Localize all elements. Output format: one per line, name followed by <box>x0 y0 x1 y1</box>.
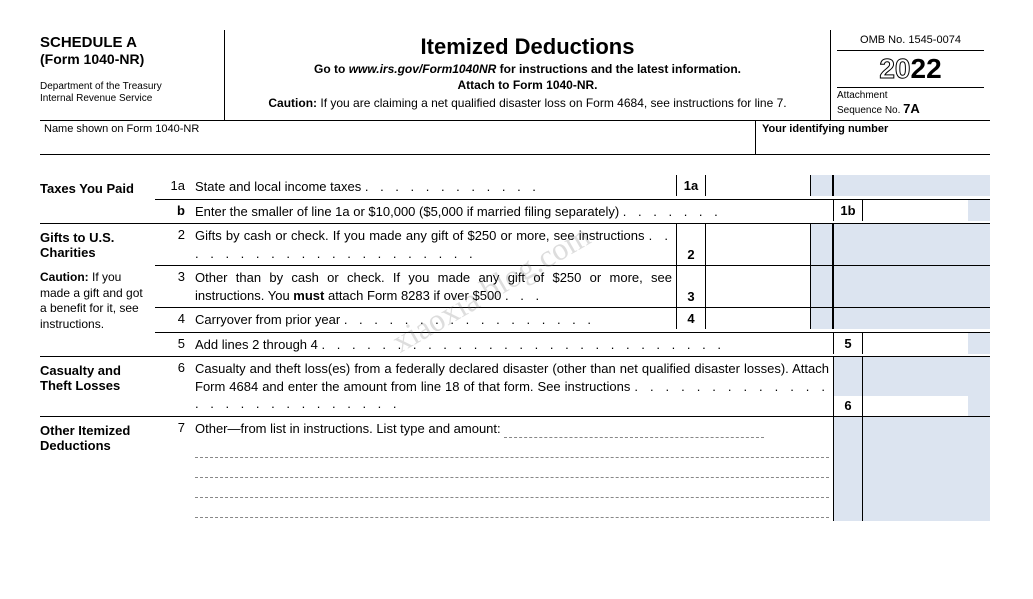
line-1a-amount[interactable] <box>706 175 811 196</box>
line-1b: b Enter the smaller of line 1a or $10,00… <box>155 200 990 224</box>
section-taxes: Taxes You Paid 1a State and local income… <box>40 175 990 223</box>
section-casualty-title: Casualty and Theft Losses <box>40 357 155 416</box>
line-1a-label: 1a <box>676 175 706 196</box>
line-1a: 1a State and local income taxes . . . . … <box>155 175 990 200</box>
identifying-number-label: Your identifying number <box>755 121 990 154</box>
header-center: Itemized Deductions Go to www.irs.gov/Fo… <box>225 30 830 120</box>
line-3-label: 3 <box>676 266 706 307</box>
line-2-amount[interactable] <box>706 224 811 265</box>
line-7-blank-2[interactable] <box>195 458 829 478</box>
line-2: 2 Gifts by cash or check. If you made an… <box>155 224 990 266</box>
section-other-title: Other Itemized Deductions <box>40 417 155 521</box>
line-5-label: 5 <box>833 333 863 354</box>
name-field-label: Name shown on Form 1040-NR <box>40 121 755 154</box>
line-7-blank-4[interactable] <box>195 498 829 518</box>
line-2-label: 2 <box>676 224 706 265</box>
line-3-amount[interactable] <box>706 266 811 307</box>
section-gifts-title: Gifts to U.S. Charities Caution: If you … <box>40 224 155 356</box>
header-right: OMB No. 1545-0074 2022 Attachment Sequen… <box>830 30 990 120</box>
line-1b-amount[interactable] <box>863 200 968 221</box>
form-number: (Form 1040-NR) <box>40 51 220 67</box>
line-4: 4 Carryover from prior year . . . . . . … <box>155 308 990 333</box>
schedule-label: SCHEDULE A <box>40 34 220 51</box>
goto-text: Go to www.irs.gov/Form1040NR for instruc… <box>231 62 824 76</box>
form-container: SCHEDULE A (Form 1040-NR) Department of … <box>40 30 990 521</box>
header-left: SCHEDULE A (Form 1040-NR) Department of … <box>40 30 225 120</box>
line-1b-label: 1b <box>833 200 863 221</box>
line-4-amount[interactable] <box>706 308 811 329</box>
line-3: 3 Other than by cash or check. If you ma… <box>155 266 990 308</box>
line-5: 5 Add lines 2 through 4 . . . . . . . . … <box>155 333 990 357</box>
attach-text: Attach to Form 1040-NR. <box>231 78 824 92</box>
line-5-amount[interactable] <box>863 333 968 354</box>
line-6-label: 6 <box>833 357 863 416</box>
gifts-caution: Caution: If you made a gift and got a be… <box>40 270 149 332</box>
line-6-amount[interactable] <box>863 357 968 416</box>
line-7-blank-1[interactable] <box>195 438 829 458</box>
section-gifts: Gifts to U.S. Charities Caution: If you … <box>40 224 990 356</box>
section-taxes-title: Taxes You Paid <box>40 175 155 223</box>
form-title: Itemized Deductions <box>231 34 824 60</box>
header-caution: Caution: If you are claiming a net quali… <box>231 96 824 110</box>
sequence-number: Attachment Sequence No. 7A <box>837 87 984 116</box>
line-7-type-input[interactable] <box>504 437 764 438</box>
section-casualty: Casualty and Theft Losses 6 Casualty and… <box>40 357 990 416</box>
line-7-blank-3[interactable] <box>195 478 829 498</box>
form-header: SCHEDULE A (Form 1040-NR) Department of … <box>40 30 990 121</box>
omb-number: OMB No. 1545-0074 <box>837 34 984 51</box>
line-7: 7 Other—from list in instructions. List … <box>155 417 990 521</box>
name-row: Name shown on Form 1040-NR Your identify… <box>40 121 990 155</box>
line-6: 6 Casualty and theft loss(es) from a fed… <box>155 357 990 416</box>
tax-year: 2022 <box>837 51 984 87</box>
section-other: Other Itemized Deductions 7 Other—from l… <box>40 417 990 521</box>
line-4-label: 4 <box>676 308 706 329</box>
department-label: Department of the Treasury Internal Reve… <box>40 81 220 105</box>
